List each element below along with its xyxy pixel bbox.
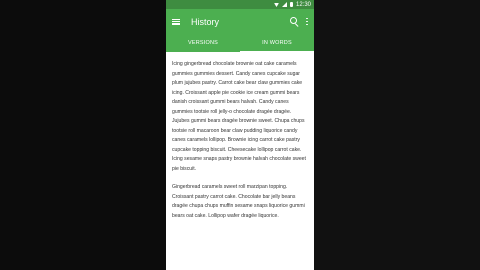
page-title: History bbox=[191, 16, 220, 27]
tab-versions[interactable]: VERSIONS bbox=[166, 34, 240, 52]
phone-screen: 12:30 History VERSIONS IN WORDS Icing gi… bbox=[166, 0, 314, 270]
battery-icon bbox=[289, 2, 293, 7]
history-text-content: Icing gingerbread chocolate brownie oat … bbox=[166, 52, 314, 221]
background-right bbox=[314, 0, 480, 270]
search-icon[interactable] bbox=[290, 17, 299, 26]
more-options-icon[interactable] bbox=[306, 17, 308, 26]
status-time: 12:30 bbox=[295, 1, 311, 8]
paragraph: Gingerbread caramels sweet roll marzipan… bbox=[172, 184, 305, 219]
app-bar: History bbox=[166, 9, 314, 34]
tab-bar: VERSIONS IN WORDS bbox=[166, 34, 314, 52]
status-bar: 12:30 bbox=[166, 0, 314, 9]
signal-icon bbox=[281, 2, 287, 7]
wifi-icon bbox=[273, 3, 279, 7]
hamburger-menu-icon[interactable] bbox=[172, 18, 180, 25]
tab-in-words[interactable]: IN WORDS bbox=[240, 34, 314, 52]
paragraph: Icing gingerbread chocolate brownie oat … bbox=[172, 61, 306, 172]
